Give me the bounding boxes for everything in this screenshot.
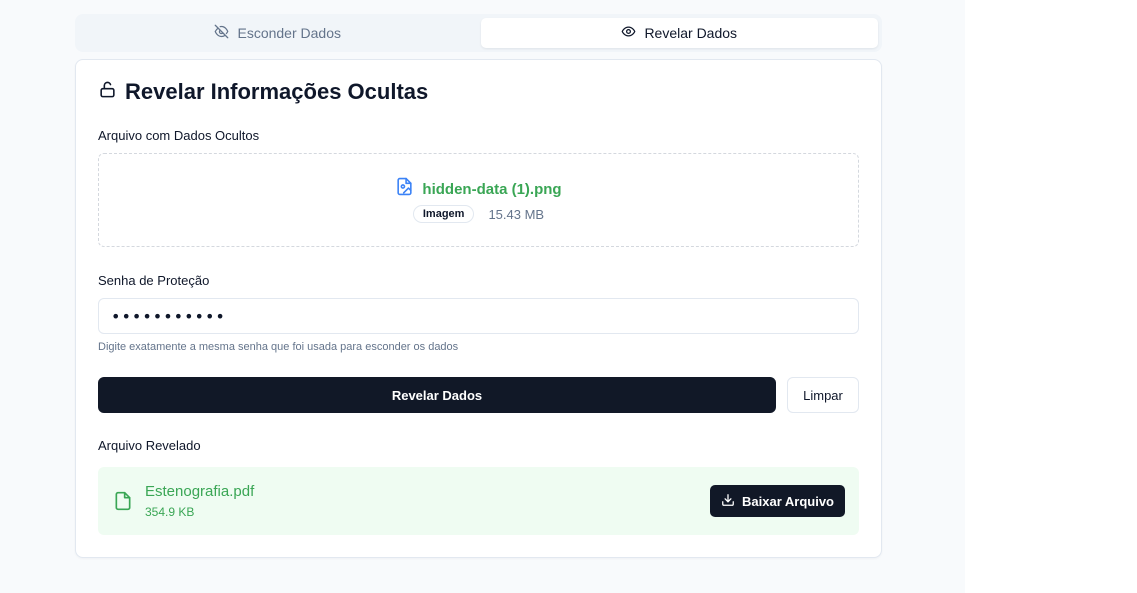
tab-esconder-dados[interactable]: Esconder Dados xyxy=(79,18,477,48)
image-file-icon xyxy=(395,177,414,201)
reveal-button[interactable]: Revelar Dados xyxy=(98,377,776,413)
selected-file-name: hidden-data (1).png xyxy=(422,180,562,198)
unlock-icon xyxy=(98,79,117,105)
mode-tabs: Esconder Dados Revelar Dados xyxy=(75,14,882,52)
download-button[interactable]: Baixar Arquivo xyxy=(710,485,845,517)
revealed-file-panel: Estenografia.pdf 354.9 KB Baixar Arquivo xyxy=(98,467,859,535)
download-icon xyxy=(721,493,735,510)
eye-icon xyxy=(621,24,636,42)
file-size: 15.43 MB xyxy=(488,206,545,222)
revealed-file-name: Estenografia.pdf xyxy=(145,483,255,500)
file-dropzone[interactable]: hidden-data (1).png Imagem 15.43 MB xyxy=(98,153,859,247)
tab-label: Revelar Dados xyxy=(644,25,738,41)
clear-button[interactable]: Limpar xyxy=(787,377,859,413)
reveal-card: Revelar Informações Ocultas Arquivo com … xyxy=(75,59,882,558)
file-type-badge: Imagem xyxy=(412,205,475,223)
upload-label: Arquivo com Dados Ocultos xyxy=(98,128,260,143)
tab-revelar-dados[interactable]: Revelar Dados xyxy=(480,18,878,48)
selected-file: hidden-data (1).png xyxy=(99,177,858,201)
result-label: Arquivo Revelado xyxy=(98,438,201,453)
download-label: Baixar Arquivo xyxy=(742,493,834,509)
password-field[interactable] xyxy=(98,298,859,334)
password-label: Senha de Proteção xyxy=(98,273,210,288)
tab-label: Esconder Dados xyxy=(237,25,341,41)
file-icon xyxy=(113,490,133,512)
file-meta: Imagem 15.43 MB xyxy=(99,205,858,223)
card-title-text: Revelar Informações Ocultas xyxy=(125,79,429,104)
revealed-file-size: 354.9 KB xyxy=(145,505,195,519)
eye-off-icon xyxy=(214,24,229,42)
password-hint: Digite exatamente a mesma senha que foi … xyxy=(98,341,459,353)
card-title: Revelar Informações Ocultas xyxy=(98,79,428,105)
